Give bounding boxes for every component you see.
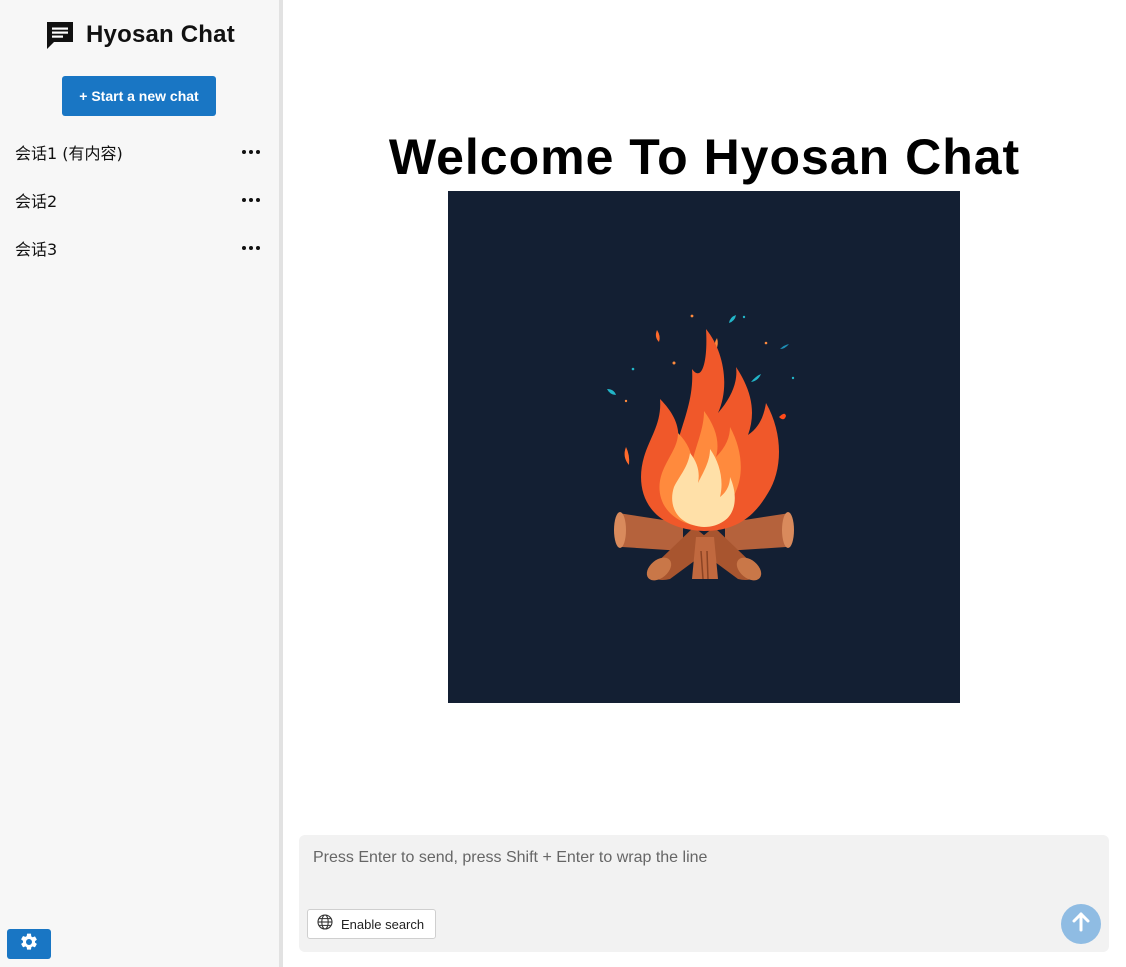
- enable-search-toggle[interactable]: Enable search: [307, 909, 436, 939]
- more-horizontal-icon[interactable]: [241, 190, 261, 210]
- campfire-illustration: [448, 191, 960, 703]
- composer-panel: Enable search: [299, 835, 1109, 952]
- chat-list-item[interactable]: 会话1 (有内容): [0, 128, 279, 176]
- settings-button[interactable]: [7, 929, 51, 959]
- send-button[interactable]: [1061, 904, 1101, 944]
- gear-icon: [19, 932, 39, 957]
- enable-search-label: Enable search: [341, 916, 425, 932]
- chat-item-label: 会话3: [15, 240, 58, 259]
- app-window: Hyosan Chat + Start a new chat 会话1 (有内容)…: [0, 0, 1126, 967]
- app-title: Hyosan Chat: [86, 21, 235, 48]
- chat-bubble-icon: [44, 19, 76, 51]
- chat-item-label: 会话2: [15, 192, 58, 211]
- message-input[interactable]: [313, 849, 1033, 889]
- arrow-up-icon: [1070, 911, 1092, 938]
- chat-list-item[interactable]: 会话3: [0, 224, 279, 272]
- globe-icon: [317, 913, 333, 935]
- welcome-title: Welcome To Hyosan Chat: [388, 129, 1021, 185]
- chat-item-label: 会话1 (有内容): [15, 144, 123, 163]
- flames: [641, 329, 779, 531]
- more-horizontal-icon[interactable]: [241, 142, 261, 162]
- main-panel: Welcome To Hyosan Chat Press Enter to se…: [283, 0, 1126, 967]
- chat-list-item[interactable]: 会话2: [0, 176, 279, 224]
- start-new-chat-button[interactable]: + Start a new chat: [62, 76, 216, 116]
- sidebar: Hyosan Chat + Start a new chat 会话1 (有内容)…: [0, 0, 279, 967]
- more-horizontal-icon[interactable]: [241, 238, 261, 258]
- chat-list: 会话1 (有内容) 会话2 会话3: [0, 128, 279, 272]
- brand: Hyosan Chat: [44, 18, 235, 52]
